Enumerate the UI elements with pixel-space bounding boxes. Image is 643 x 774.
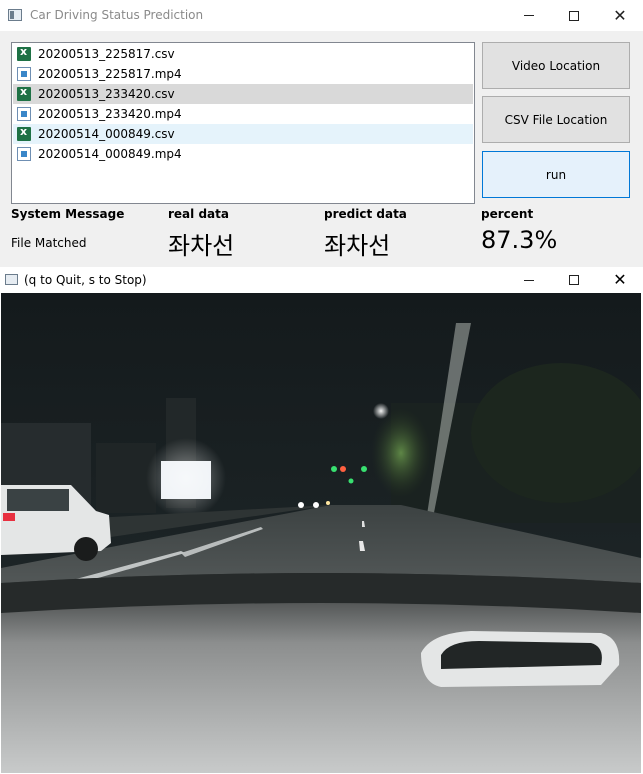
system-message-value: File Matched bbox=[11, 236, 87, 250]
file-name: 20200513_233420.mp4 bbox=[38, 107, 182, 121]
minimize-icon bbox=[524, 15, 534, 16]
title-bar[interactable]: Car Driving Status Prediction ✕ bbox=[0, 0, 643, 31]
predict-data-header: predict data bbox=[324, 207, 407, 221]
file-name: 20200513_225817.mp4 bbox=[38, 67, 182, 81]
file-name: 20200513_225817.csv bbox=[38, 47, 175, 61]
video-window-title: (q to Quit, s to Stop) bbox=[24, 273, 147, 287]
list-item[interactable]: 20200513_233420.csv bbox=[13, 84, 473, 104]
real-data-header: real data bbox=[168, 207, 229, 221]
video-minimize-button[interactable] bbox=[506, 267, 552, 293]
excel-file-icon bbox=[17, 125, 31, 141]
app-window-icon bbox=[8, 9, 22, 21]
list-item[interactable]: 20200513_233420.mp4 bbox=[13, 104, 473, 124]
video-close-button[interactable]: ✕ bbox=[597, 267, 643, 293]
close-icon: ✕ bbox=[613, 270, 627, 289]
video-window-icon bbox=[5, 274, 18, 285]
maximize-icon bbox=[569, 10, 579, 21]
video-file-icon bbox=[17, 67, 31, 81]
minimize-icon bbox=[524, 279, 534, 281]
video-title-bar[interactable]: (q to Quit, s to Stop) ✕ bbox=[0, 267, 643, 293]
run-button[interactable]: run bbox=[482, 151, 630, 198]
list-item[interactable]: 20200513_225817.mp4 bbox=[13, 64, 473, 84]
close-button[interactable]: ✕ bbox=[597, 0, 643, 31]
window-title: Car Driving Status Prediction bbox=[30, 8, 204, 22]
file-list[interactable]: 20200513_225817.csv 20200513_225817.mp4 … bbox=[11, 42, 475, 204]
video-location-button[interactable]: Video Location bbox=[482, 42, 630, 89]
maximize-button[interactable] bbox=[551, 0, 597, 31]
minimize-button[interactable] bbox=[506, 0, 552, 31]
excel-file-icon bbox=[17, 85, 31, 101]
maximize-icon bbox=[569, 275, 579, 285]
excel-file-icon bbox=[17, 45, 31, 61]
video-file-icon bbox=[17, 147, 31, 161]
list-item[interactable]: 20200513_225817.csv bbox=[13, 44, 473, 64]
file-name: 20200514_000849.csv bbox=[38, 127, 175, 141]
list-item[interactable]: 20200514_000849.mp4 bbox=[13, 144, 473, 164]
file-name: 20200513_233420.csv bbox=[38, 87, 175, 101]
dashcam-night-scene bbox=[1, 293, 641, 773]
list-item[interactable]: 20200514_000849.csv bbox=[13, 124, 473, 144]
csv-file-location-button[interactable]: CSV File Location bbox=[482, 96, 630, 143]
main-window: Car Driving Status Prediction ✕ 20200513… bbox=[0, 0, 643, 267]
video-maximize-button[interactable] bbox=[551, 267, 597, 293]
system-message-header: System Message bbox=[11, 207, 125, 221]
close-icon: ✕ bbox=[613, 5, 627, 25]
video-window: (q to Quit, s to Stop) ✕ bbox=[0, 267, 643, 774]
predict-data-value: 좌차선 bbox=[324, 232, 391, 260]
percent-value: 87.3% bbox=[481, 226, 558, 254]
percent-header: percent bbox=[481, 207, 534, 221]
video-frame bbox=[1, 293, 641, 773]
real-data-value: 좌차선 bbox=[168, 232, 235, 260]
video-file-icon bbox=[17, 107, 31, 121]
file-name: 20200514_000849.mp4 bbox=[38, 147, 182, 161]
